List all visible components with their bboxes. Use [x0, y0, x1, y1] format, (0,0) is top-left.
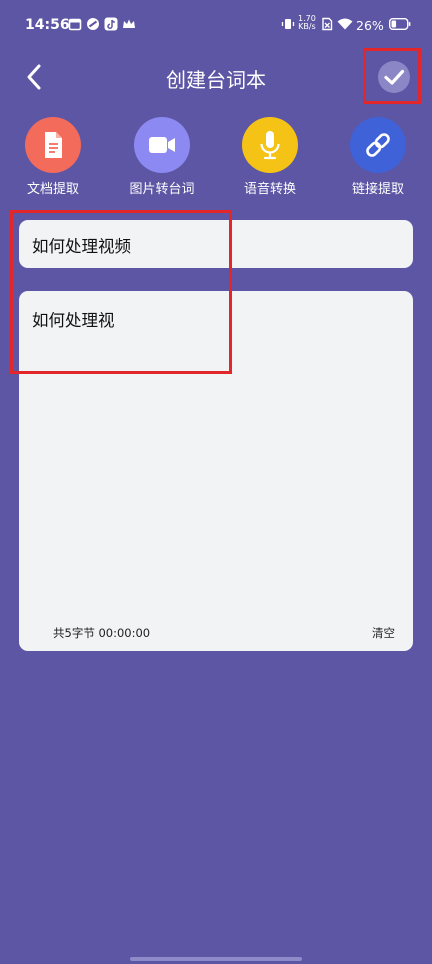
microphone-icon: [260, 131, 280, 160]
tool-circle: [242, 117, 298, 173]
net-speed: 1.70 KB/s: [298, 14, 316, 31]
battery-icon: [389, 18, 411, 30]
tool-label: 图片转台词: [129, 182, 195, 197]
video-camera-icon: [149, 137, 175, 153]
link-icon: [366, 133, 390, 157]
document-icon: [45, 132, 62, 158]
status-bar: 14:56 1.70 KB/s 26%: [0, 0, 432, 50]
title-input[interactable]: 如何处理视频: [19, 220, 413, 268]
no-sim-icon: [322, 17, 333, 31]
status-time: 14:56: [25, 17, 70, 33]
check-icon: [384, 69, 405, 85]
tool-image-to-script[interactable]: 图片转台词: [117, 117, 207, 197]
home-indicator[interactable]: [130, 957, 302, 961]
tool-label: 链接提取: [351, 182, 404, 197]
confirm-highlight: [363, 48, 421, 104]
clear-button[interactable]: 清空: [372, 625, 395, 641]
crown-icon: [123, 19, 135, 28]
char-count-duration: 共5字节 00:00:00: [53, 626, 151, 640]
tiktok-icon: [104, 17, 118, 31]
tool-voice-convert[interactable]: 语音转换: [225, 117, 315, 197]
tool-label: 文档提取: [26, 182, 79, 197]
vibrate-icon: [281, 19, 295, 29]
tool-document-extract[interactable]: 文档提取: [8, 117, 98, 197]
tool-link-extract[interactable]: 链接提取: [333, 117, 423, 197]
title-input-value: 如何处理视频: [32, 237, 131, 256]
calendar-icon: [68, 18, 82, 31]
tool-circle: [25, 117, 81, 173]
tool-circle: [134, 117, 190, 173]
wifi-icon: [337, 18, 353, 30]
confirm-button[interactable]: [378, 61, 410, 93]
script-textarea[interactable]: 如何处理视 共5字节 00:00:00 清空: [19, 291, 413, 651]
script-text: 如何处理视: [32, 311, 115, 330]
app-notification-icon: [87, 18, 99, 30]
battery-percent: 26%: [356, 18, 384, 33]
tool-label: 语音转换: [243, 182, 296, 197]
tool-circle: [350, 117, 406, 173]
